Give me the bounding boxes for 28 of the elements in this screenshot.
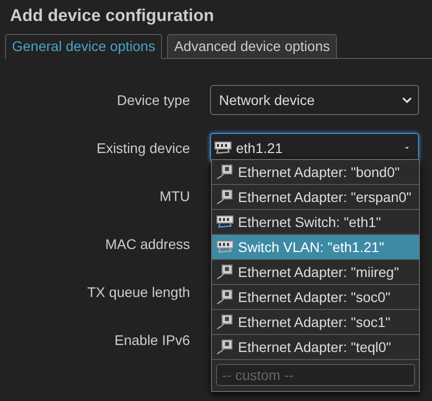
dropdown-option[interactable]: Ethernet Adapter: "soc0"	[212, 285, 419, 310]
dialog-title: Add device configuration	[9, 5, 216, 27]
tab[interactable]: Advanced device options	[167, 34, 337, 58]
network-adapter-icon	[216, 289, 234, 305]
field-label: Device type	[116, 92, 191, 108]
network-switch-icon	[214, 140, 232, 156]
dropdown-option[interactable]: Ethernet Adapter: "erspan0"	[212, 185, 419, 210]
field-label: MAC address	[104, 236, 191, 252]
field-label: Existing device	[96, 140, 191, 156]
network-adapter-icon	[216, 189, 234, 205]
network-adapter-icon	[216, 164, 234, 180]
custom-input-field[interactable]: -- custom --	[216, 364, 415, 386]
network-adapter-icon	[216, 314, 234, 330]
network-adapter-icon	[216, 339, 234, 355]
dropdown-option[interactable]: Ethernet Adapter: "bond0"	[212, 160, 419, 185]
dropdown-option[interactable]: Ethernet Adapter: "miireg"	[212, 260, 419, 285]
field-label: MTU	[158, 188, 191, 204]
field-label: TX queue length	[86, 284, 191, 300]
device-type-select[interactable]: Network device	[210, 85, 419, 115]
dropdown-option[interactable]: Ethernet Adapter: "teql0"	[212, 335, 419, 360]
dropdown-option[interactable]: Ethernet Adapter: "soc1"	[212, 310, 419, 335]
field-label: Enable IPv6	[114, 332, 191, 348]
tab[interactable]: General device options	[5, 34, 162, 59]
network-adapter-icon	[216, 264, 234, 280]
network-switch-icon	[216, 214, 234, 230]
dropdown-option[interactable]: Switch VLAN: "eth1.21"	[212, 235, 419, 260]
chevron-down-icon	[402, 95, 412, 105]
network-switch-icon	[216, 239, 234, 255]
